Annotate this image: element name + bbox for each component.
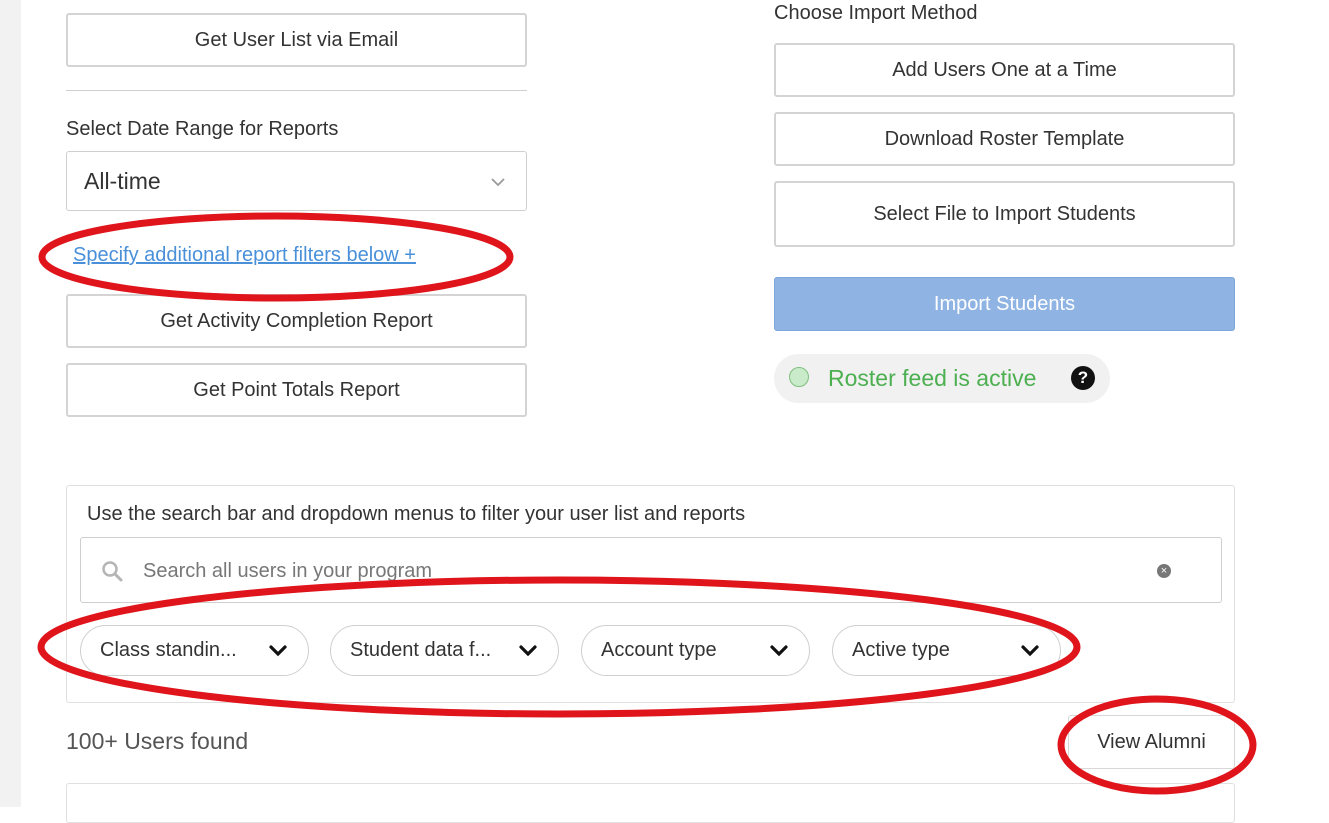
users-found-count: 100+ Users found — [66, 728, 249, 754]
chevron-down-icon — [770, 645, 788, 657]
chevron-down-icon — [519, 645, 537, 657]
active-type-dropdown[interactable]: Active type — [832, 625, 1061, 676]
dropdown-label: Active type — [852, 639, 950, 661]
filter-hint: Use the search bar and dropdown menus to… — [87, 503, 746, 525]
select-file-button[interactable]: Select File to Import Students — [774, 181, 1235, 247]
clear-icon[interactable]: × — [1157, 564, 1171, 578]
roster-status-text: Roster feed is active — [828, 365, 1037, 391]
filter-panel: Use the search bar and dropdown menus to… — [66, 485, 1235, 703]
divider — [66, 90, 527, 91]
chevron-down-icon — [491, 178, 505, 187]
date-range-select[interactable]: All-time — [66, 151, 527, 211]
import-method-label: Choose Import Method — [774, 2, 978, 24]
get-user-list-email-button[interactable]: Get User List via Email — [66, 13, 527, 67]
help-icon[interactable]: ? — [1071, 366, 1095, 390]
user-list-card — [66, 783, 1235, 823]
chevron-down-icon — [1021, 645, 1039, 657]
dropdown-label: Class standin... — [100, 639, 237, 661]
download-roster-template-button[interactable]: Download Roster Template — [774, 112, 1235, 166]
chevron-down-icon — [269, 645, 287, 657]
dropdown-label: Student data f... — [350, 639, 492, 661]
date-range-label: Select Date Range for Reports — [66, 118, 339, 140]
search-bar[interactable]: × — [80, 537, 1222, 603]
roster-feed-status: Roster feed is active ? — [774, 354, 1110, 403]
activity-completion-report-button[interactable]: Get Activity Completion Report — [66, 294, 527, 348]
additional-filters-link[interactable]: Specify additional report filters below … — [73, 244, 416, 267]
left-gutter — [0, 0, 21, 807]
search-icon — [102, 561, 123, 582]
class-standing-dropdown[interactable]: Class standin... — [80, 625, 309, 676]
search-input[interactable] — [141, 554, 1125, 588]
status-dot-icon — [789, 367, 809, 387]
view-alumni-button[interactable]: View Alumni — [1068, 715, 1235, 769]
import-students-button[interactable]: Import Students — [774, 277, 1235, 331]
date-range-value: All-time — [84, 167, 161, 194]
account-type-dropdown[interactable]: Account type — [581, 625, 810, 676]
dropdown-label: Account type — [601, 639, 717, 661]
add-users-button[interactable]: Add Users One at a Time — [774, 43, 1235, 97]
point-totals-report-button[interactable]: Get Point Totals Report — [66, 363, 527, 417]
student-data-dropdown[interactable]: Student data f... — [330, 625, 559, 676]
